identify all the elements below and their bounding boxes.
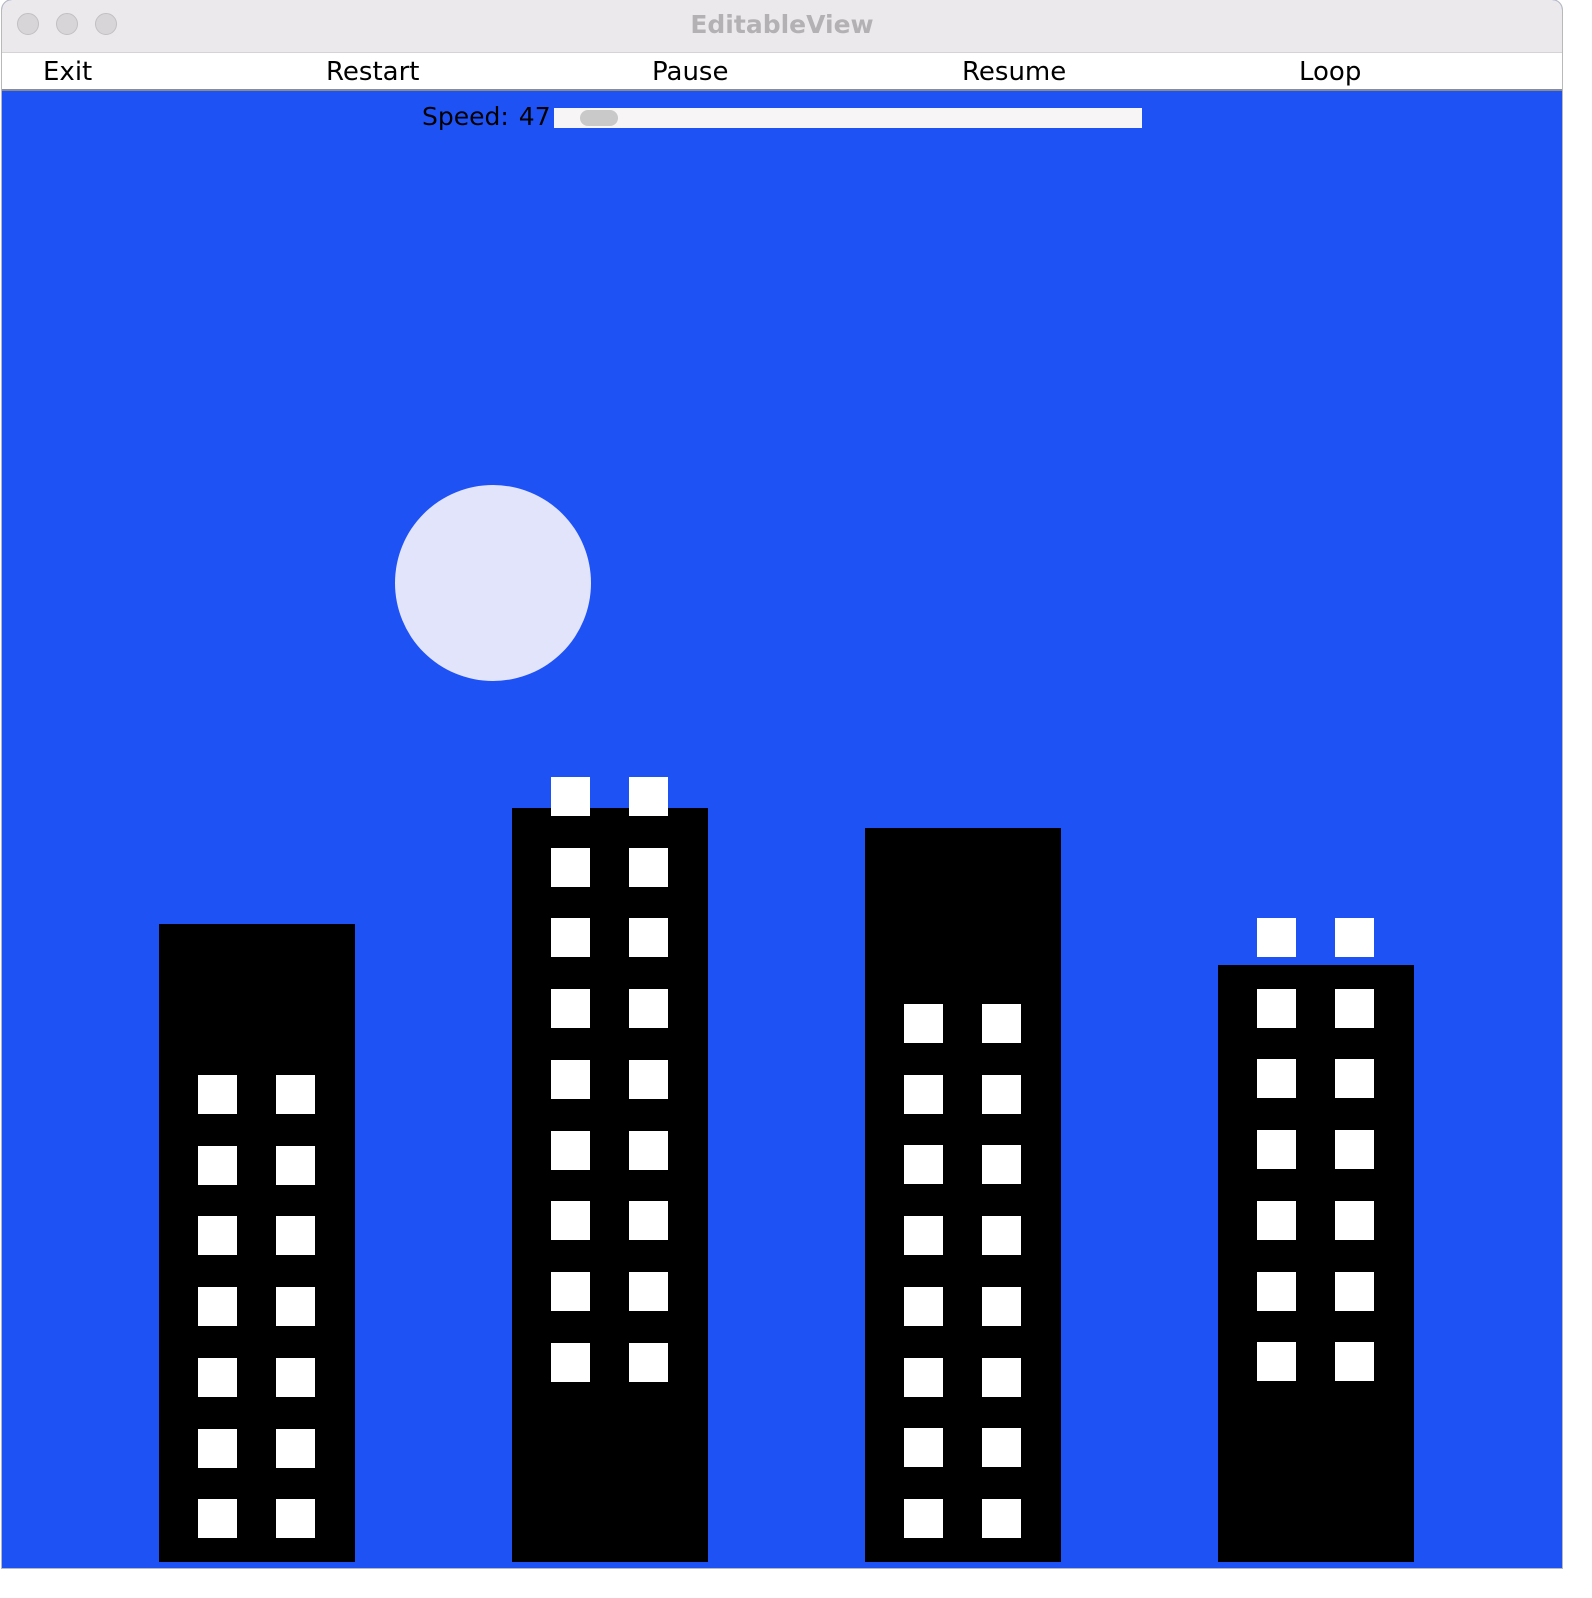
building-window bbox=[1335, 918, 1374, 957]
building-window bbox=[904, 1145, 943, 1184]
building-window bbox=[551, 848, 590, 887]
building-window bbox=[904, 1216, 943, 1255]
building-window bbox=[1335, 1342, 1374, 1381]
building-window bbox=[904, 1499, 943, 1538]
building-window bbox=[629, 1060, 668, 1099]
building-window bbox=[982, 1428, 1021, 1467]
building-window bbox=[198, 1216, 237, 1255]
building-window bbox=[276, 1499, 315, 1538]
moon bbox=[395, 485, 591, 681]
building-window bbox=[629, 777, 668, 816]
building-window bbox=[982, 1145, 1021, 1184]
building-window bbox=[629, 1131, 668, 1170]
building-window bbox=[1257, 1201, 1296, 1240]
building-window bbox=[198, 1358, 237, 1397]
building-window bbox=[276, 1075, 315, 1114]
building-window bbox=[982, 1287, 1021, 1326]
building-window bbox=[198, 1429, 237, 1468]
building-window bbox=[198, 1146, 237, 1185]
building-window bbox=[1335, 1201, 1374, 1240]
speed-slider[interactable] bbox=[554, 108, 1142, 128]
building-window bbox=[629, 1201, 668, 1240]
speed-slider-thumb[interactable] bbox=[580, 110, 618, 126]
building-window bbox=[276, 1429, 315, 1468]
building-window bbox=[629, 1272, 668, 1311]
building bbox=[1218, 965, 1414, 1562]
building-window bbox=[276, 1358, 315, 1397]
building-window bbox=[551, 1272, 590, 1311]
building-window bbox=[276, 1146, 315, 1185]
building-window bbox=[629, 848, 668, 887]
building-window bbox=[1335, 1272, 1374, 1311]
building-window bbox=[982, 1075, 1021, 1114]
app-window: EditableView Exit Restart Pause Resume L… bbox=[2, 0, 1562, 1568]
building-window bbox=[904, 1428, 943, 1467]
building-window bbox=[551, 1343, 590, 1382]
building bbox=[512, 808, 708, 1562]
building-window bbox=[904, 1287, 943, 1326]
building-window bbox=[629, 918, 668, 957]
speed-label-text: Speed: bbox=[422, 102, 509, 131]
city-scene bbox=[2, 91, 1562, 1568]
building-window bbox=[1335, 1059, 1374, 1098]
building-window bbox=[198, 1287, 237, 1326]
building-window bbox=[551, 918, 590, 957]
building-window bbox=[982, 1358, 1021, 1397]
building bbox=[159, 924, 355, 1562]
building-window bbox=[982, 1004, 1021, 1043]
building-window bbox=[1335, 1130, 1374, 1169]
building-window bbox=[276, 1287, 315, 1326]
building-window bbox=[904, 1075, 943, 1114]
building-window bbox=[1257, 918, 1296, 957]
building bbox=[865, 828, 1061, 1562]
building-window bbox=[551, 1060, 590, 1099]
building-window bbox=[551, 989, 590, 1028]
building-window bbox=[1257, 1342, 1296, 1381]
building-window bbox=[1257, 1059, 1296, 1098]
building-window bbox=[904, 1004, 943, 1043]
building-window bbox=[1257, 1272, 1296, 1311]
building-window bbox=[1257, 1130, 1296, 1169]
building-window bbox=[551, 1131, 590, 1170]
building-window bbox=[276, 1216, 315, 1255]
speed-value: 47 bbox=[518, 102, 551, 131]
speed-label: Speed: 47 bbox=[422, 102, 551, 131]
building-window bbox=[198, 1075, 237, 1114]
building-window bbox=[982, 1216, 1021, 1255]
building-window bbox=[551, 777, 590, 816]
building-window bbox=[198, 1499, 237, 1538]
building-window bbox=[1335, 989, 1374, 1028]
building-window bbox=[904, 1358, 943, 1397]
building-window bbox=[982, 1499, 1021, 1538]
building-window bbox=[629, 989, 668, 1028]
building-window bbox=[1257, 989, 1296, 1028]
building-window bbox=[629, 1343, 668, 1382]
building-window bbox=[551, 1201, 590, 1240]
